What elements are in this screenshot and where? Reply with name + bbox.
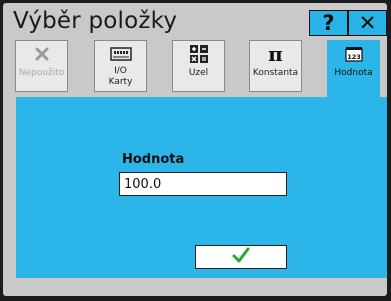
checkmark-icon [232, 247, 250, 267]
close-button[interactable]: ✕ [348, 10, 387, 36]
tab-uzel[interactable]: Uzel [172, 40, 225, 92]
node-grid-icon [189, 43, 209, 65]
svg-text:123: 123 [347, 53, 361, 61]
screen-frame: Výběr položky ? ✕ Nepoužito I/O Karty Uz… [0, 0, 391, 301]
tab-konstanta[interactable]: π Konstanta [249, 40, 302, 92]
tab-label: Hodnota [334, 68, 373, 78]
pi-icon: π [268, 42, 283, 66]
tab-label: Konstanta [252, 68, 299, 78]
confirm-button[interactable] [195, 245, 287, 269]
tab-label: Nepoužito [18, 68, 65, 78]
tab-io-karty[interactable]: I/O Karty [94, 40, 147, 92]
tab-label: Uzel [188, 68, 209, 78]
value-input[interactable] [119, 172, 287, 196]
dialog-title: Výběr položky [13, 8, 178, 34]
value-label: Hodnota [122, 152, 185, 167]
tab-hodnota[interactable]: 123 Hodnota [327, 40, 380, 98]
number-123-icon: 123 [344, 43, 363, 65]
help-button[interactable]: ? [309, 10, 348, 36]
tab-label: I/O Karty [108, 66, 133, 87]
x-icon [34, 43, 50, 65]
io-card-icon [109, 43, 132, 65]
tab-nepouzito[interactable]: Nepoužito [15, 40, 68, 92]
